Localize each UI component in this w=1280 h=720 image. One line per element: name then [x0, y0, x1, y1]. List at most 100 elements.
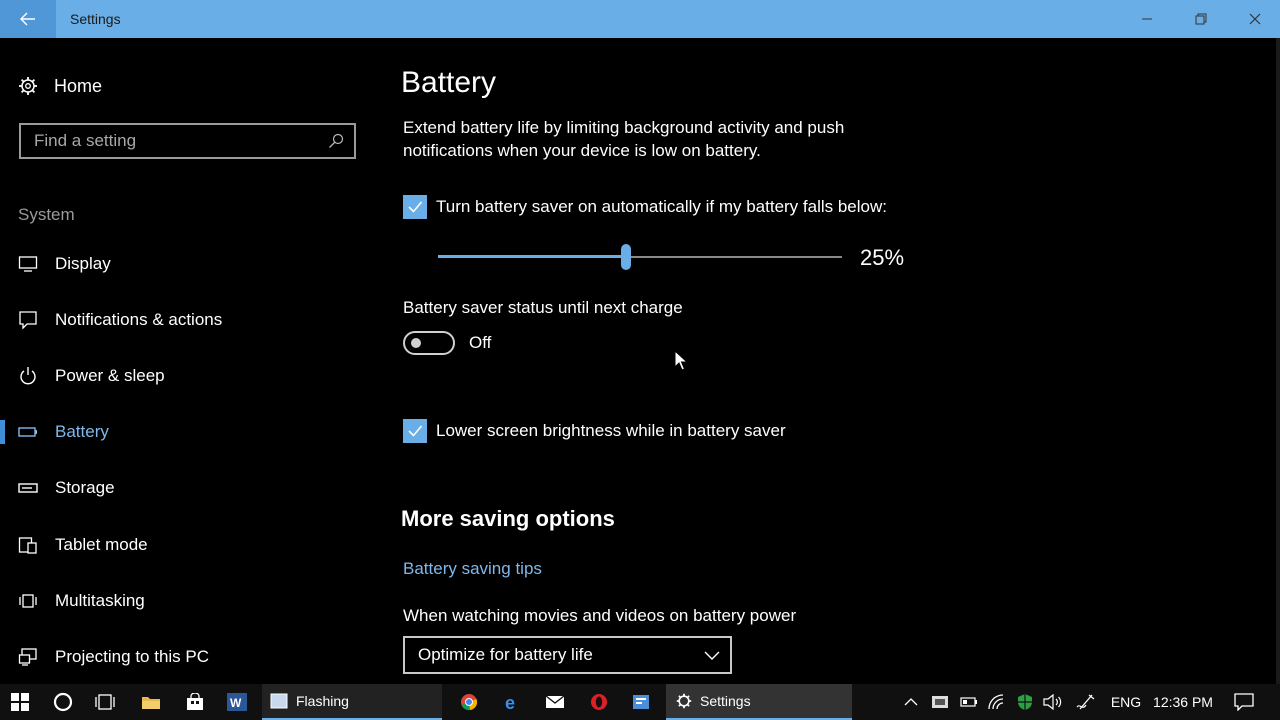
notifications-icon — [18, 310, 38, 330]
back-arrow-icon — [20, 12, 35, 26]
wifi-icon — [988, 694, 1004, 710]
brightness-option[interactable]: Lower screen brightness while in battery… — [403, 419, 786, 443]
store-bag-icon — [187, 693, 203, 710]
toggle-state-label: Off — [469, 333, 492, 352]
start-button[interactable] — [0, 684, 40, 720]
display-icon — [18, 254, 38, 274]
home-link[interactable]: Home — [18, 74, 102, 98]
battery-saving-tips-link[interactable]: Battery saving tips — [403, 559, 542, 579]
sidebar-item-label: Display — [55, 254, 111, 273]
tray-network[interactable] — [986, 684, 1008, 720]
tray-language[interactable]: ENG — [1108, 684, 1144, 720]
gear-icon — [676, 693, 692, 709]
taskbar-chrome[interactable] — [452, 684, 486, 720]
tray-clock[interactable]: 12:36 PM — [1150, 684, 1216, 720]
battery-icon — [960, 697, 977, 707]
brightness-checkbox[interactable] — [403, 419, 427, 443]
restore-icon — [1195, 13, 1207, 25]
pen-icon — [1076, 694, 1095, 710]
svg-text:e: e — [505, 693, 515, 711]
taskbar-opera[interactable] — [582, 684, 616, 720]
slider-thumb[interactable] — [621, 244, 631, 270]
search-box[interactable] — [19, 123, 356, 159]
auto-saver-label: Turn battery saver on automatically if m… — [436, 197, 887, 216]
sidebar-item-label: Multitasking — [55, 591, 145, 610]
sidebar-item-label: Notifications & actions — [55, 310, 223, 329]
close-button[interactable] — [1228, 0, 1280, 38]
sidebar-item-power-sleep[interactable]: Power & sleep — [0, 356, 370, 396]
battery-saver-toggle[interactable] — [403, 331, 455, 355]
folder-icon — [142, 697, 160, 709]
movies-playback-dropdown[interactable]: Optimize for battery life — [403, 636, 732, 674]
sidebar-item-label: Power & sleep — [55, 366, 165, 385]
tray-app-icon[interactable] — [928, 684, 952, 720]
action-center-button[interactable] — [1228, 684, 1260, 720]
more-saving-heading: More saving options — [401, 506, 615, 531]
close-icon — [1249, 13, 1261, 25]
tray-security[interactable] — [1014, 684, 1036, 720]
checkmark-icon — [408, 425, 423, 437]
taskbar-app[interactable] — [624, 684, 658, 720]
projecting-icon — [18, 647, 38, 667]
sidebar-item-display[interactable]: Display — [0, 244, 370, 284]
word-icon: W — [227, 693, 247, 711]
task-view-button[interactable] — [86, 684, 124, 720]
taskbar-file-explorer[interactable] — [132, 684, 170, 720]
taskbar-edge[interactable]: e — [496, 684, 530, 720]
sidebar-item-tablet-mode[interactable]: Tablet mode — [0, 525, 370, 565]
status-label: Battery saver status until next charge — [403, 298, 683, 317]
minimize-button[interactable] — [1120, 0, 1174, 38]
cortana-button[interactable] — [44, 684, 82, 720]
brightness-label: Lower screen brightness while in battery… — [436, 421, 786, 440]
taskbar-mail[interactable] — [538, 684, 572, 720]
tray-windows-ink[interactable] — [1074, 684, 1098, 720]
taskbar-app-label: Settings — [700, 693, 751, 709]
app-icon — [633, 695, 649, 709]
mouse-cursor-icon — [674, 350, 688, 371]
auto-saver-option[interactable]: Turn battery saver on automatically if m… — [403, 195, 887, 219]
scrollbar[interactable] — [1276, 38, 1280, 684]
shield-icon — [1018, 694, 1032, 710]
taskbar: W Flashing e Settings ENG 12:36 PM — [0, 684, 1280, 720]
sidebar-item-label: Tablet mode — [55, 535, 148, 554]
sidebar-item-multitasking[interactable]: Multitasking — [0, 581, 370, 621]
search-input[interactable] — [34, 131, 314, 151]
battery-description: Extend battery life by limiting backgrou… — [403, 118, 845, 160]
toggle-knob — [411, 338, 421, 348]
restore-button[interactable] — [1174, 0, 1228, 38]
svg-text:W: W — [230, 696, 242, 710]
minimize-icon — [1142, 18, 1152, 20]
taskbar-settings-window[interactable]: Settings — [666, 684, 852, 720]
tray-volume[interactable] — [1041, 684, 1065, 720]
task-view-icon — [95, 694, 115, 710]
checkmark-icon — [408, 201, 423, 213]
taskbar-flashing-window[interactable]: Flashing — [262, 684, 442, 720]
sidebar-item-battery[interactable]: Battery — [0, 412, 370, 452]
battery-threshold-slider[interactable] — [438, 244, 842, 270]
search-icon[interactable] — [328, 133, 344, 149]
battery-icon — [18, 422, 38, 442]
title-bar: Settings — [0, 0, 1280, 38]
sidebar-item-notifications[interactable]: Notifications & actions — [0, 300, 370, 340]
taskbar-store[interactable] — [176, 684, 214, 720]
sidebar-item-storage[interactable]: Storage — [0, 468, 370, 508]
sidebar-item-label: Projecting to this PC — [55, 647, 210, 666]
multitasking-icon — [18, 591, 38, 611]
app-window-icon — [270, 693, 288, 709]
power-icon — [18, 366, 38, 386]
status-toggle-row[interactable]: Off — [403, 331, 491, 355]
edge-icon: e — [505, 693, 515, 711]
screen-capture-icon — [932, 696, 948, 708]
home-label: Home — [54, 75, 103, 96]
gear-icon — [19, 77, 37, 95]
taskbar-word[interactable]: W — [218, 684, 256, 720]
chevron-down-icon — [704, 651, 720, 660]
slider-fill — [438, 255, 626, 258]
sidebar-item-projecting[interactable]: Projecting to this PC — [0, 637, 370, 677]
page-title: Battery — [401, 66, 497, 99]
back-button[interactable] — [0, 0, 56, 38]
tray-battery[interactable] — [958, 684, 980, 720]
chevron-up-icon — [904, 698, 918, 706]
show-hidden-icons-button[interactable] — [900, 684, 922, 720]
auto-saver-checkbox[interactable] — [403, 195, 427, 219]
